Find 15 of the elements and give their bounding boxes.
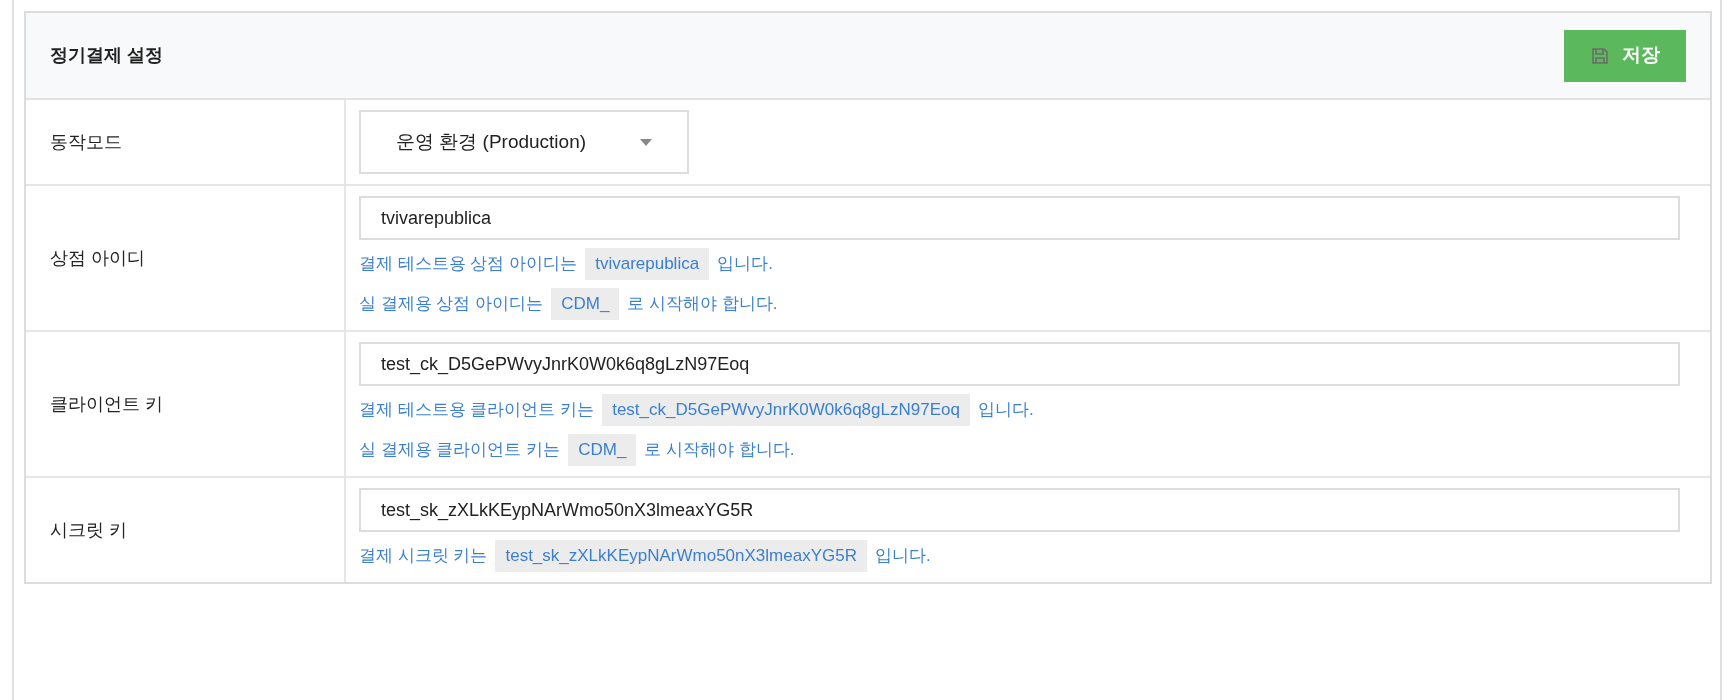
help-text: 결제 테스트용 클라이언트 키는 test_ck_D5GePWvyJnrK0W0k6q8gLzN97Eoq 입니다. bbox=[359, 394, 1680, 426]
field-label: 동작모드 bbox=[50, 130, 122, 154]
help-text: 실 결제용 상점 아이디는 CDM_ 로 시작해야 합니다. bbox=[359, 288, 1680, 320]
text-field[interactable]: test_sk_zXLkKEypNArWmo50nX3lmeaxYG5R bbox=[359, 488, 1680, 532]
text-field[interactable]: test_ck_D5GePWvyJnrK0W0k6q8gLzN97Eoq bbox=[359, 342, 1680, 386]
field-label: 시크릿 키 bbox=[50, 518, 127, 542]
field-label: 상점 아이디 bbox=[50, 246, 145, 270]
help-text: 실 결제용 클라이언트 키는 CDM_ 로 시작해야 합니다. bbox=[359, 434, 1680, 466]
help-text: 결제 시크릿 키는 test_sk_zXLkKEypNArWmo50nX3lmeaxYG5R 입니다. bbox=[359, 540, 1680, 572]
field-label: 클라이언트 키 bbox=[50, 392, 163, 416]
text-field[interactable]: tvivarepublica bbox=[359, 196, 1680, 240]
caret-down-icon bbox=[640, 138, 652, 146]
mode-dropdown[interactable]: 운영 환경 (Production) bbox=[359, 110, 689, 174]
panel-title: 정기결제 설정 bbox=[50, 44, 163, 67]
help-text: 결제 테스트용 상점 아이디는 tvivarepublica 입니다. bbox=[359, 248, 1680, 280]
